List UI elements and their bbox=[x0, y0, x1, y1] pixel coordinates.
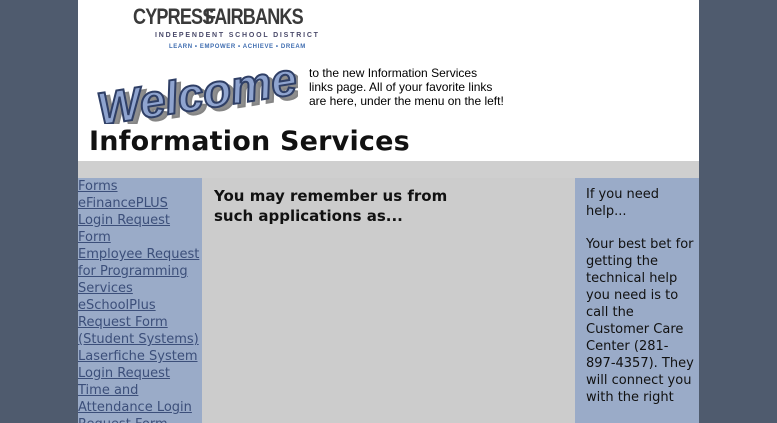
intro-line: are here, under the menu on the left! bbox=[309, 94, 504, 108]
sidebar-link[interactable]: Time and Attendance Login Request Form bbox=[78, 382, 202, 423]
sidebar-link[interactable]: eFinancePLUS Login Request Form bbox=[78, 195, 202, 246]
page-container: CYPRESS FAIRBANKS INDEPENDENT SCHOOL DIS… bbox=[78, 0, 699, 423]
sidebar-item-forms[interactable]: Forms bbox=[78, 178, 202, 195]
welcome-graphic: Welcome! Welcome! bbox=[92, 52, 298, 124]
sidebar-link[interactable]: Forms bbox=[78, 178, 202, 195]
content-area: Forms eFinancePLUS Login Request Form Em… bbox=[78, 178, 699, 423]
sidebar-nav: Forms eFinancePLUS Login Request Form Em… bbox=[78, 178, 202, 423]
welcome-text: Welcome! bbox=[93, 52, 298, 124]
help-heading: If you need help... bbox=[586, 187, 660, 219]
sidebar-list: Forms eFinancePLUS Login Request Form Em… bbox=[78, 178, 202, 423]
sidebar-link[interactable]: eSchoolPlus Request Form (Student System… bbox=[78, 297, 202, 348]
help-box: If you need help... Your best bet for ge… bbox=[575, 178, 699, 423]
header-divider bbox=[78, 161, 699, 178]
logo-subtitle: INDEPENDENT SCHOOL DISTRICT bbox=[155, 32, 320, 39]
sidebar-item-efinanceplus[interactable]: eFinancePLUS Login Request Form bbox=[78, 195, 202, 246]
page-title: Information Services bbox=[89, 126, 410, 157]
sidebar-link[interactable]: Laserfiche System Login Request bbox=[78, 348, 202, 382]
sidebar-item-eschoolplus[interactable]: eSchoolPlus Request Form (Student System… bbox=[78, 297, 202, 348]
logo-word-cypress: CYPRESS bbox=[133, 4, 214, 29]
logo-word-fairbanks: FAIRBANKS bbox=[205, 4, 304, 29]
sidebar-item-time-attendance[interactable]: Time and Attendance Login Request Form bbox=[78, 382, 202, 423]
intro-text: to the new Information Services links pa… bbox=[309, 66, 524, 108]
help-body: Your best bet for getting the technical … bbox=[586, 237, 694, 405]
intro-line: links page. All of your favorite links bbox=[309, 80, 493, 94]
intro-line: to the new Information Services bbox=[309, 66, 478, 80]
logo-tagline: LEARN • EMPOWER • ACHIEVE • DREAM bbox=[169, 44, 306, 50]
district-logo[interactable]: CYPRESS FAIRBANKS INDEPENDENT SCHOOL DIS… bbox=[133, 4, 323, 52]
sidebar-item-programming-request[interactable]: Employee Request for Programming Service… bbox=[78, 246, 202, 297]
sidebar-link[interactable]: Employee Request for Programming Service… bbox=[78, 246, 202, 297]
main-heading: You may remember us from such applicatio… bbox=[214, 187, 448, 225]
sidebar-item-laserfiche[interactable]: Laserfiche System Login Request bbox=[78, 348, 202, 382]
